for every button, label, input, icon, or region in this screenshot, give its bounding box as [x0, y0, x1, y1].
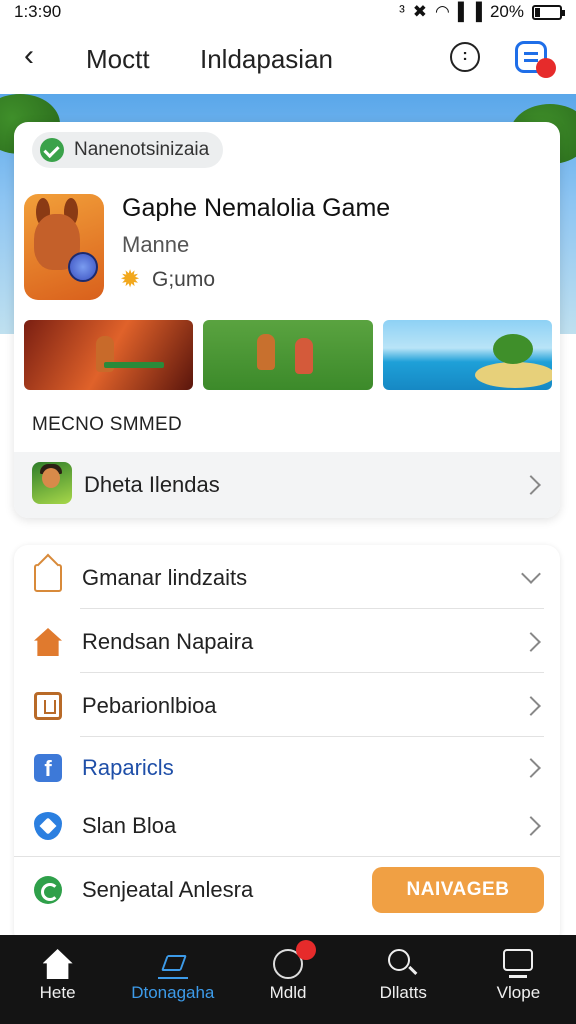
settings-list: Gmanar lindzaits Rendsan Napaira Pebario…: [14, 545, 560, 945]
page-subtitle: Inldapasian: [200, 44, 333, 74]
sparkle-icon: [157, 949, 188, 979]
screen-icon: [503, 949, 534, 978]
chevron-down-icon: [521, 564, 541, 584]
app-bar: ‹ Moctt Inldapasian :: [0, 24, 576, 94]
app-info-card: Nanenotsinizaia Gaphe Nemalolia Game Man…: [14, 122, 560, 518]
page-title: Moctt: [86, 44, 150, 74]
tips-avatar: [32, 462, 72, 504]
app-rating: ✹ G;umo: [120, 268, 215, 292]
screenshot-2[interactable]: [203, 320, 373, 390]
app-rating-text: G;umo: [152, 268, 216, 291]
shield-icon: [34, 812, 62, 840]
screenshot-1[interactable]: [24, 320, 194, 390]
list-item[interactable]: Rendsan Napaira: [14, 611, 560, 673]
bottom-nav: Hete Dtonagaha Mdld Dllatts Vlope: [0, 935, 576, 1024]
battery-text: 20%: [489, 2, 524, 21]
chevron-right-icon: [521, 696, 541, 716]
tab-label: Vlope: [496, 983, 541, 1002]
help-icon[interactable]: :: [450, 42, 480, 72]
app-icon[interactable]: [24, 194, 104, 300]
wifi-icon: ◠: [435, 2, 450, 21]
screenshot-3[interactable]: [382, 320, 552, 390]
tips-label: Dheta Ilendas: [84, 472, 220, 497]
battery-icon: [532, 4, 565, 20]
tab-label: Mdld: [269, 983, 307, 1002]
home-icon: [42, 949, 73, 979]
tab-circle[interactable]: Mdld: [230, 935, 345, 1024]
navigate-button[interactable]: NAIVAGEB: [372, 867, 544, 913]
facebook-icon: f: [34, 754, 62, 782]
tab-home[interactable]: Hete: [0, 935, 115, 1024]
app-developer[interactable]: Manne: [122, 232, 189, 258]
tab-screen[interactable]: Vlope: [461, 935, 576, 1024]
chevron-right-icon: [521, 758, 541, 778]
back-icon[interactable]: ‹: [24, 41, 54, 72]
tab-label: Dtonagaha: [131, 983, 215, 1002]
square-icon: [34, 692, 62, 720]
check-icon: [40, 138, 64, 162]
list-item-label: Raparicls: [82, 755, 174, 780]
chevron-right-icon: [521, 632, 541, 652]
status-time: 1:3:90: [14, 2, 62, 21]
list-item-label: Slan Bloa: [82, 813, 177, 838]
list-item-label: Gmanar lindzaits: [82, 565, 248, 590]
chevron-right-icon: [521, 816, 541, 836]
tab-search[interactable]: Dllatts: [346, 935, 461, 1024]
section-title: MECNO SMMED: [32, 414, 183, 435]
house-icon: [34, 628, 62, 656]
tips-row[interactable]: Dheta Ilendas: [14, 452, 560, 518]
list-item[interactable]: f Raparicls: [14, 737, 560, 799]
status-bar: 1:3:90 ³ ✖ ◠ ▌▐ 20%: [0, 0, 576, 24]
battery-fill: [535, 7, 540, 17]
signal-icon: ▌▐: [457, 2, 482, 21]
bluetooth-icon: ³: [399, 2, 405, 21]
list-item[interactable]: Pebarionlbioa: [14, 675, 560, 737]
notification-badge: [536, 58, 556, 78]
list-item-label: Senjeatal Anlesra: [82, 877, 254, 902]
tab-sparkle[interactable]: Dtonagaha: [115, 935, 230, 1024]
notification-badge: [296, 940, 316, 960]
home-outline-icon: [34, 564, 62, 592]
list-item[interactable]: Gmanar lindzaits: [14, 547, 560, 609]
chevron-right-icon: [521, 475, 541, 495]
screenshot-gallery: [24, 320, 552, 390]
app-title: Gaphe Nemalolia Game: [122, 194, 391, 222]
search-icon: [388, 949, 411, 971]
refresh-icon: [34, 876, 62, 904]
list-item-label: Pebarionlbioa: [82, 693, 217, 718]
list-item-label: Rendsan Napaira: [82, 629, 254, 654]
status-icons: ³ ✖ ◠ ▌▐ 20%: [399, 2, 565, 22]
verified-badge: Nanenotsinizaia: [32, 132, 224, 168]
tab-label: Dllatts: [379, 983, 427, 1002]
tab-label: Hete: [39, 983, 76, 1002]
verified-badge-label: Nanenotsinizaia: [74, 139, 210, 160]
close-icon: ✖: [412, 2, 428, 21]
sun-icon: ✹: [120, 266, 141, 293]
list-item[interactable]: Slan Bloa: [14, 795, 560, 857]
